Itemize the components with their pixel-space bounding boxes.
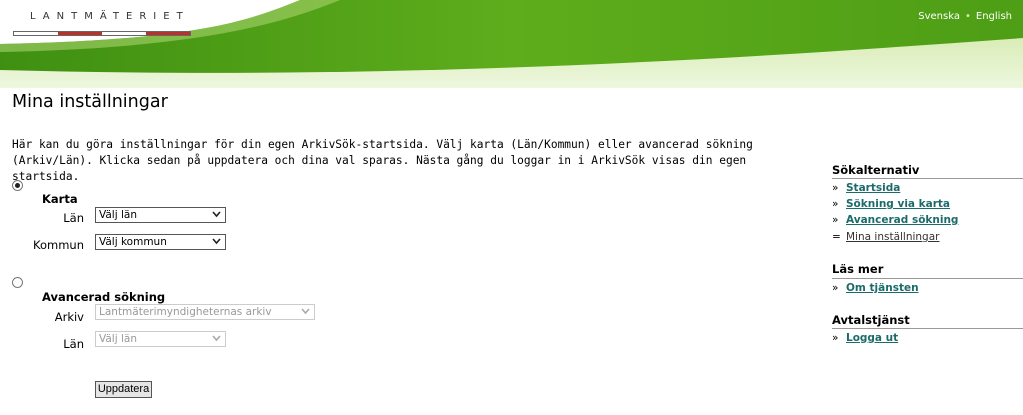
sidebar-link-installningar[interactable]: Mina inställningar bbox=[846, 231, 939, 243]
sidebar-item-logga-ut[interactable]: » Logga ut bbox=[832, 332, 898, 344]
sidebar-divider bbox=[832, 278, 1023, 279]
avancerad-arkiv-label: Arkiv bbox=[54, 310, 84, 324]
sidebar-title-sokalternativ: Sökalternativ bbox=[832, 163, 920, 177]
sidebar-link-logga-ut[interactable]: Logga ut bbox=[846, 332, 898, 344]
karta-radio[interactable] bbox=[12, 180, 23, 191]
chevron-down-icon bbox=[212, 211, 221, 218]
avancerad-radio[interactable] bbox=[12, 277, 23, 288]
sidebar-title-las-mer: Läs mer bbox=[832, 262, 884, 276]
chevron-down-icon bbox=[301, 308, 310, 315]
logo-text: LANTMÄTERIET bbox=[30, 11, 190, 22]
update-button[interactable]: Uppdatera bbox=[95, 381, 152, 398]
lang-separator: • bbox=[964, 11, 971, 22]
sidebar-divider bbox=[832, 328, 1023, 329]
chevron-down-icon bbox=[212, 238, 221, 245]
avancerad-arkiv-select[interactable]: Lantmäterimyndigheternas arkiv bbox=[95, 304, 315, 320]
sidebar-item-om-tjansten[interactable]: » Om tjänsten bbox=[832, 282, 919, 294]
lang-svenska-link[interactable]: Svenska bbox=[918, 11, 960, 22]
avancerad-arkiv-value: Lantmäterimyndigheternas arkiv bbox=[99, 306, 272, 318]
avancerad-lan-select[interactable]: Välj län bbox=[95, 331, 226, 347]
karta-kommun-label: Kommun bbox=[33, 238, 84, 252]
page-title: Mina inställningar bbox=[12, 92, 168, 112]
sidebar-title-avtalstjanst: Avtalstjänst bbox=[832, 313, 910, 327]
sidebar-link-om-tjansten[interactable]: Om tjänsten bbox=[846, 282, 919, 294]
header-banner: LANTMÄTERIET Svenska • English bbox=[0, 0, 1023, 88]
avancerad-lan-label: Län bbox=[63, 337, 84, 351]
language-switcher: Svenska • English bbox=[918, 11, 1012, 22]
karta-kommun-select[interactable]: Välj kommun bbox=[95, 234, 226, 250]
karta-kommun-value: Välj kommun bbox=[99, 236, 167, 248]
sidebar-item-installningar[interactable]: = Mina inställningar bbox=[832, 231, 939, 243]
sidebar-item-avancerad[interactable]: » Avancerad sökning bbox=[832, 214, 958, 226]
intro-text: Här kan du göra inställningar för din eg… bbox=[12, 138, 753, 183]
karta-lan-select[interactable]: Välj län bbox=[95, 207, 226, 223]
sidebar-link-karta[interactable]: Sökning via karta bbox=[846, 198, 950, 210]
logo-bar bbox=[13, 31, 191, 36]
chevron-down-icon bbox=[212, 335, 221, 342]
sidebar-item-startsida[interactable]: » Startsida bbox=[832, 182, 900, 194]
sidebar-link-avancerad[interactable]: Avancerad sökning bbox=[846, 214, 958, 226]
lang-english-link[interactable]: English bbox=[976, 11, 1012, 22]
karta-title: Karta bbox=[42, 192, 78, 206]
karta-lan-value: Välj län bbox=[99, 209, 137, 221]
sidebar-divider bbox=[832, 178, 1023, 179]
avancerad-lan-value: Välj län bbox=[99, 333, 137, 345]
sidebar-item-karta[interactable]: » Sökning via karta bbox=[832, 198, 950, 210]
sidebar-link-startsida[interactable]: Startsida bbox=[846, 182, 900, 194]
karta-lan-label: Län bbox=[63, 211, 84, 225]
avancerad-title: Avancerad sökning bbox=[42, 290, 166, 304]
